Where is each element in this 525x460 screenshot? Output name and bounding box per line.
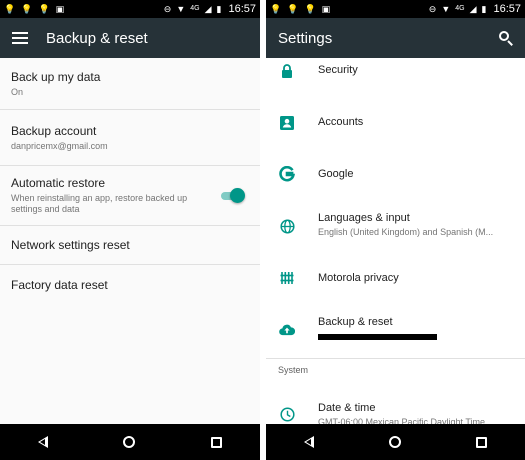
item-title: Backup account [11,123,97,138]
status-time: 16:57 [228,3,256,15]
recents-icon[interactable] [476,436,488,448]
automatic-restore-item[interactable]: Automatic restore When reinstalling an a… [0,166,260,226]
item-title: Accounts [318,116,364,128]
bulb-icon: 💡 [287,4,299,14]
item-title: Backup & reset [318,316,393,328]
backup-settings-list: Back up my data On Backup account danpri… [0,58,260,305]
back-icon[interactable] [303,436,314,448]
bulb-icon: 💡 [4,4,16,14]
motorola-icon [279,270,295,286]
home-icon[interactable] [388,436,401,448]
hamburger-menu-icon[interactable] [12,32,28,44]
home-icon[interactable] [123,436,136,448]
item-title: Back up my data [11,69,101,84]
toolbar: Backup & reset [0,18,260,58]
signal-icon: ◢ [469,4,477,14]
item-title: Network settings reset [11,238,130,252]
settings-item-security[interactable]: Security [266,58,525,84]
cloud-upload-icon [279,321,295,337]
settings-item-accounts[interactable]: Accounts [266,102,525,142]
settings-item-date-time[interactable]: Date & time GMT-06:00 Mexican Pacific Da… [266,392,525,427]
globe-icon [279,218,295,234]
item-title: Automatic restore [11,176,106,190]
left-screen: 💡 💡 💡 ▣ ⊖ ▼ 4G ◢ ▮ 16:57 Backup & reset … [0,0,260,460]
item-title: Google [318,168,354,180]
account-icon [279,115,295,131]
toggle-thumb [230,188,245,203]
bulb-icon: 💡 [270,4,282,14]
item-title: Factory data reset [11,278,108,292]
battery-icon: ▮ [481,4,487,14]
right-screen: 💡 💡 💡 ▣ ⊖ ▼ 4G ◢ ▮ 16:57 Settings Securi… [266,0,525,460]
back-icon[interactable] [37,436,48,448]
image-icon: ▣ [321,4,331,14]
signal-icon: ◢ [204,4,212,14]
status-time: 16:57 [493,3,521,15]
redaction-bar [318,334,437,340]
recents-icon[interactable] [211,436,223,448]
clock-icon [279,406,295,422]
item-title: Languages & input [318,212,410,224]
image-icon: ▣ [55,4,65,14]
bulb-icon: 💡 [304,4,316,14]
network-settings-reset-item[interactable]: Network settings reset [0,226,260,265]
search-icon[interactable] [499,31,513,46]
google-icon [279,166,295,182]
item-summary: On [11,86,24,97]
settings-item-backup-reset[interactable]: Backup & reset [266,308,525,350]
item-title: Security [318,64,358,76]
network-label: 4G [455,5,465,12]
bulb-icon: 💡 [38,4,50,14]
settings-item-google[interactable]: Google [266,154,525,194]
toolbar: Settings [266,18,525,58]
page-title: Settings [278,29,333,47]
wifi-icon: ▼ [441,4,451,14]
section-header-system: System [278,365,309,375]
battery-icon: ▮ [216,4,222,14]
page-title: Backup & reset [46,29,148,47]
item-title: Date & time [318,402,376,414]
bulb-icon: 💡 [21,4,33,14]
settings-item-motorola-privacy[interactable]: Motorola privacy [266,258,525,298]
back-up-my-data-item[interactable]: Back up my data On [0,58,260,110]
status-bar: 💡 💡 💡 ▣ ⊖ ▼ 4G ◢ ▮ 16:57 [266,0,525,18]
settings-item-languages[interactable]: Languages & input English (United Kingdo… [266,204,525,248]
item-title: Motorola privacy [318,272,399,284]
factory-data-reset-item[interactable]: Factory data reset [0,265,260,305]
network-label: 4G [190,5,200,12]
navigation-bar [266,424,525,460]
item-summary: When reinstalling an app, restore backed… [11,193,188,214]
navigation-bar [0,424,260,460]
item-summary: English (United Kingdom) and Spanish (M.… [318,227,494,237]
automatic-restore-toggle[interactable] [221,188,245,204]
wifi-icon: ▼ [176,4,186,14]
item-summary: danpricemx@gmail.com [11,140,108,151]
backup-account-item[interactable]: Backup account danpricemx@gmail.com [0,110,260,166]
lock-icon [279,63,295,79]
status-bar: 💡 💡 💡 ▣ ⊖ ▼ 4G ◢ ▮ 16:57 [0,0,260,18]
do-not-disturb-icon: ⊖ [428,4,437,14]
section-divider [266,358,525,359]
do-not-disturb-icon: ⊖ [163,4,172,14]
